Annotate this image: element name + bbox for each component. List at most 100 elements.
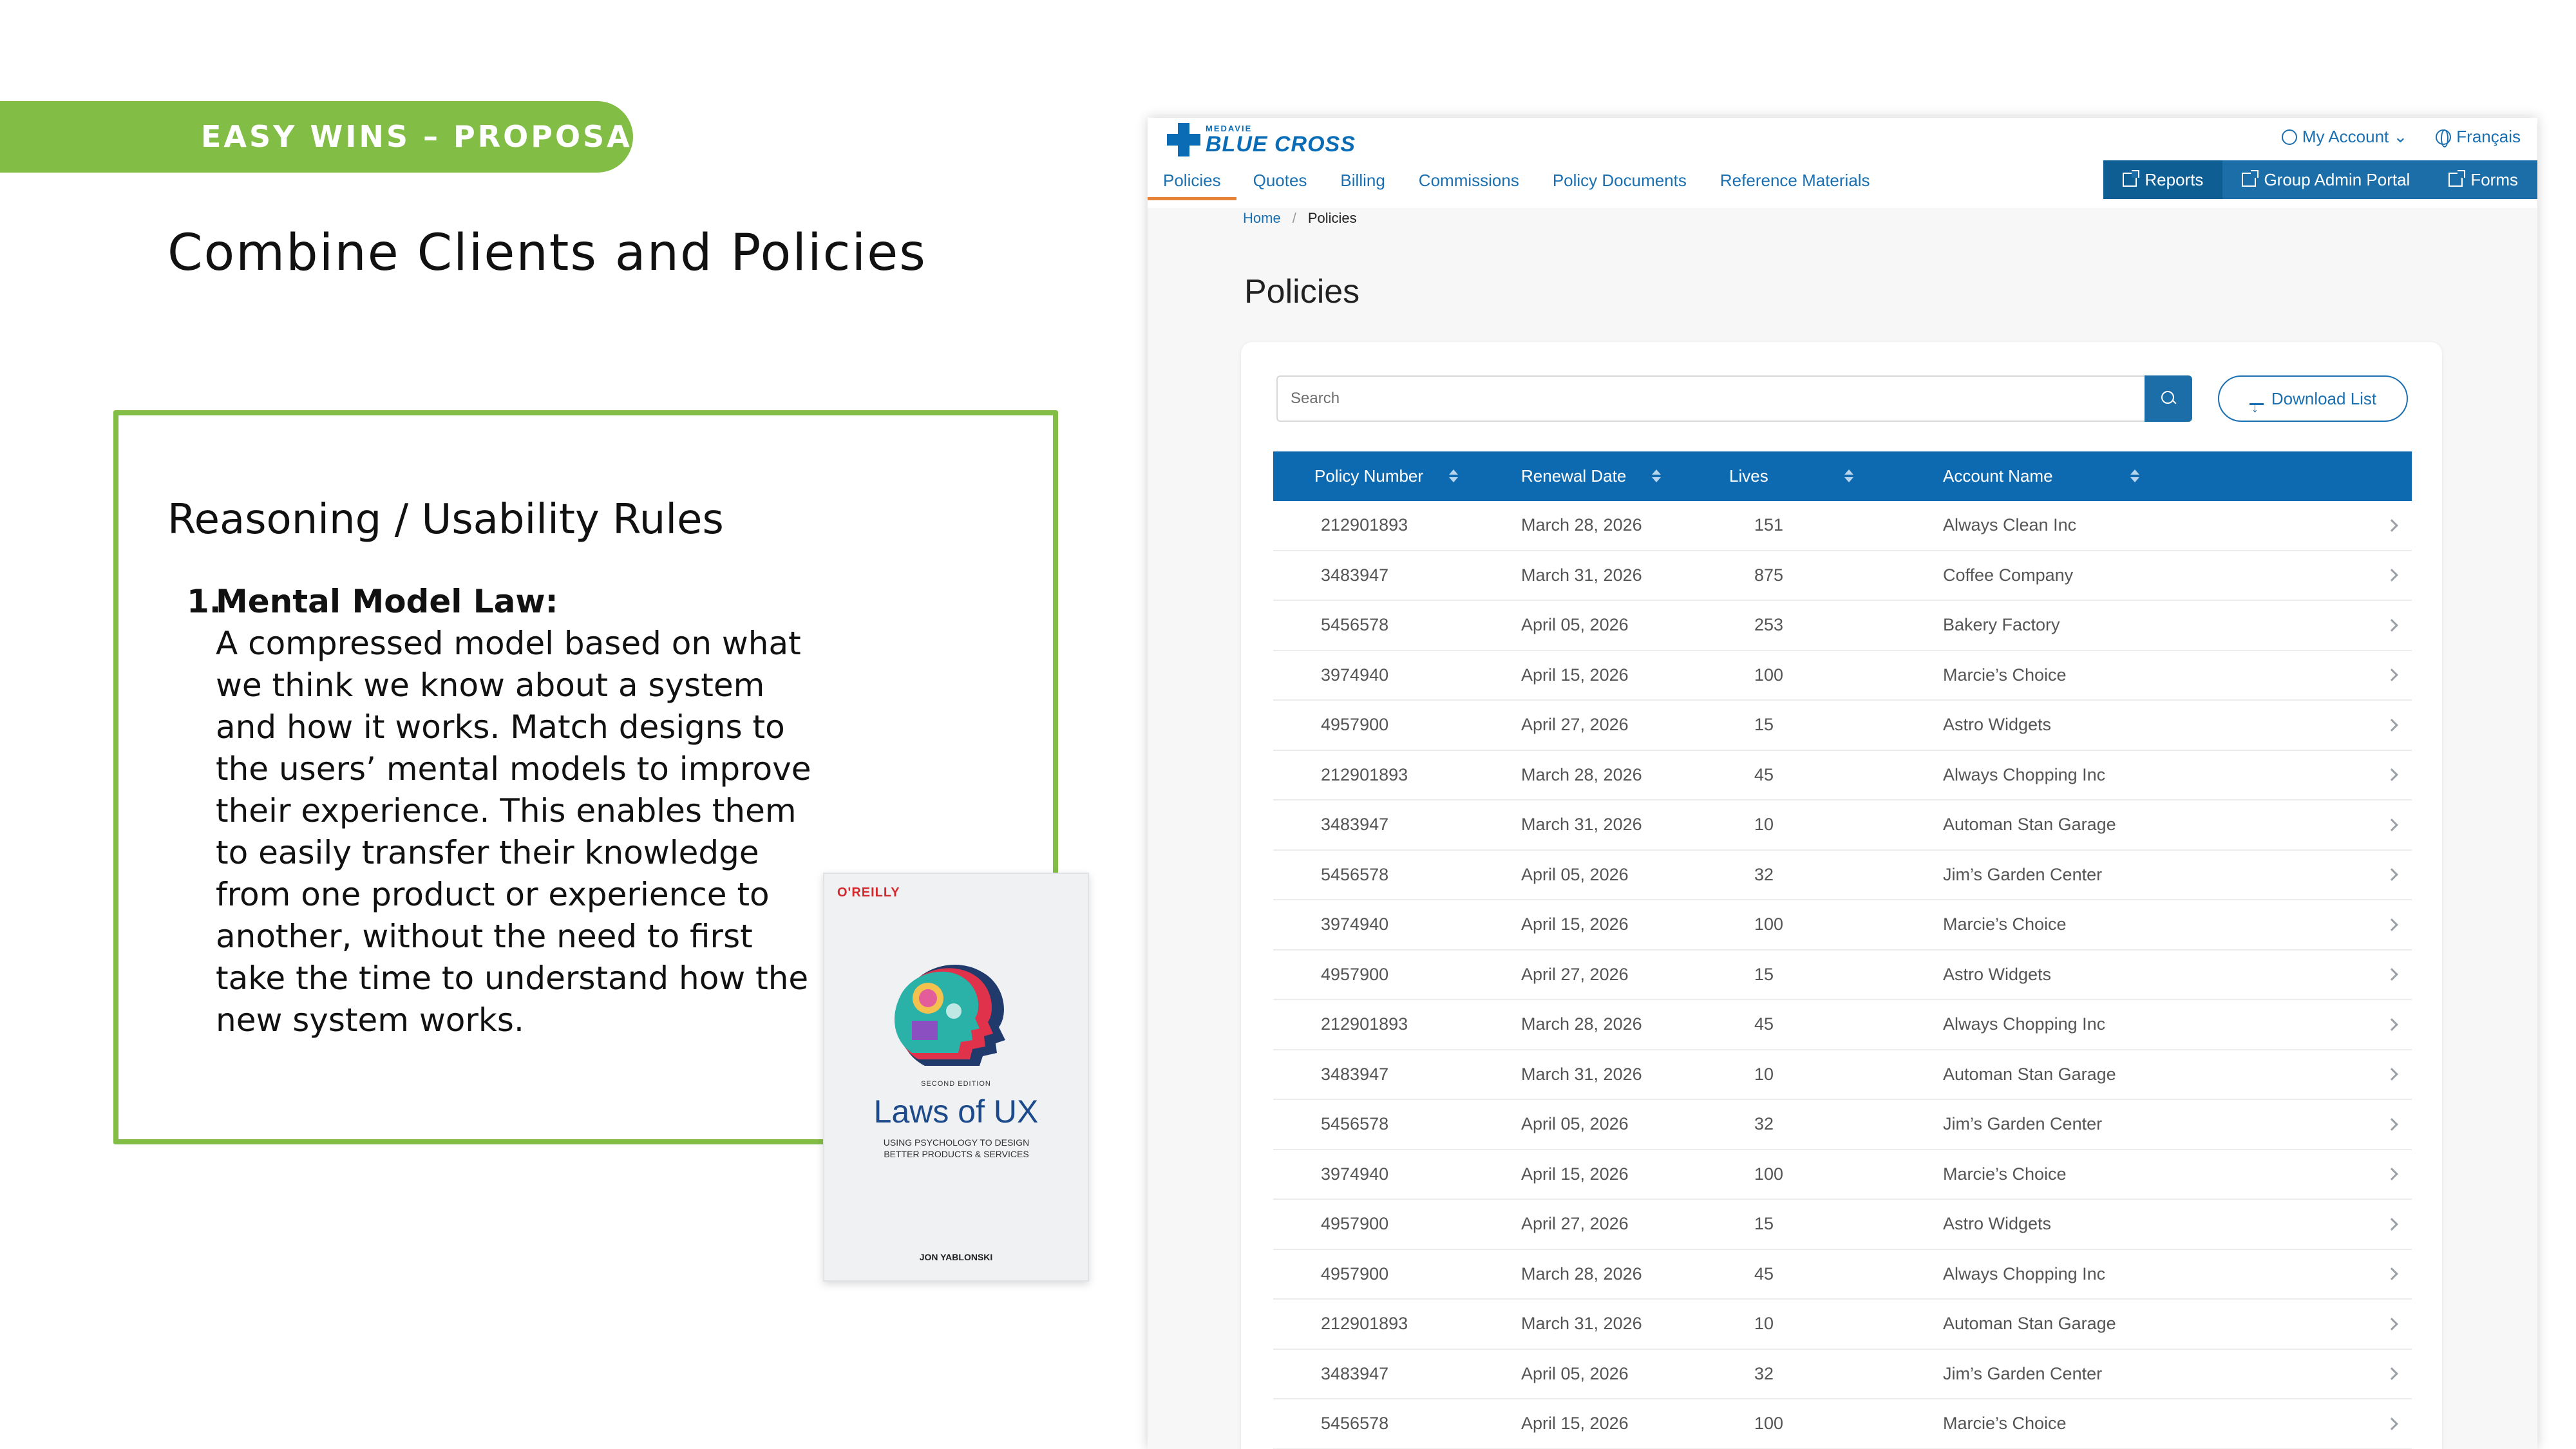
table-row[interactable]: 3483947 March 31, 2026 10 Automan Stan Gara…: [1273, 800, 2412, 851]
sort-icon[interactable]: [2130, 469, 2139, 484]
column-renewal-date[interactable]: Renewal Date: [1521, 466, 1729, 486]
book-cover: O'REILLY SECOND EDITION Laws of UX USING…: [823, 873, 1089, 1282]
chevron-right-icon[interactable]: [2385, 918, 2398, 931]
chevron-right-icon[interactable]: [2385, 868, 2398, 882]
chevron-right-icon[interactable]: [2385, 1018, 2398, 1031]
chevron-right-icon[interactable]: [2385, 1367, 2398, 1381]
table-row[interactable]: 3483947 March 31, 2026 10 Automan Stan Gara…: [1273, 1050, 2412, 1100]
sort-icon[interactable]: [1844, 469, 1853, 484]
download-list-button[interactable]: Download List: [2218, 375, 2408, 430]
lives-cell: 100: [1754, 1414, 1784, 1434]
chevron-right-icon[interactable]: [2385, 668, 2398, 682]
table-row[interactable]: 4957900 April 27, 2026 15 Astro Widgets: [1273, 701, 2412, 751]
table-row[interactable]: 212901893 March 28, 2026 151 Always Clean I…: [1273, 501, 2412, 551]
account-name-cell: Astro Widgets: [1943, 1214, 2052, 1234]
lives-cell: 32: [1754, 864, 1774, 884]
sort-icon[interactable]: [1449, 469, 1459, 484]
top-bar: MEDAVIE BLUE CROSS My Account ⌄ Français…: [1148, 118, 2537, 208]
lives-cell: 10: [1754, 1064, 1774, 1084]
download-icon: [2249, 386, 2264, 430]
reports-link[interactable]: Reports: [2103, 160, 2223, 199]
lives-cell: 100: [1754, 914, 1784, 934]
column-lives[interactable]: Lives: [1729, 466, 1943, 486]
chevron-right-icon[interactable]: [2385, 818, 2398, 831]
reasoning-title: Reasoning / Usability Rules: [167, 496, 724, 544]
chevron-right-icon[interactable]: [2385, 1267, 2398, 1281]
table-row[interactable]: 3974940 April 15, 2026 100 Marcie’s Choice: [1273, 900, 2412, 951]
language-toggle[interactable]: Français: [2436, 127, 2521, 147]
tab-policy-documents[interactable]: Policy Documents: [1536, 160, 1703, 200]
policy-number-cell: 212901893: [1321, 1014, 1408, 1034]
policy-number-cell: 212901893: [1321, 515, 1408, 535]
policy-number-cell: 3483947: [1321, 565, 1389, 585]
table-row[interactable]: 5456578 April 05, 2026 253 Bakery Factory: [1273, 601, 2412, 651]
chevron-right-icon[interactable]: [2385, 1217, 2398, 1231]
chevron-right-icon[interactable]: [2385, 1117, 2398, 1131]
table-row[interactable]: 212901893 March 31, 2026 10 Automan Stan Ga…: [1273, 1300, 2412, 1350]
rule-description: A compressed model based on what we thin…: [216, 625, 811, 1039]
table-row[interactable]: 5456578 April 05, 2026 32 Jim’s Garden Cent…: [1273, 1100, 2412, 1150]
book-publisher: O'REILLY: [837, 886, 900, 900]
lives-cell: 253: [1754, 615, 1784, 635]
chevron-right-icon[interactable]: [2385, 718, 2398, 732]
table-row[interactable]: 212901893 March 28, 2026 45 Always Chopping…: [1273, 1000, 2412, 1050]
book-subtitle: USING PSYCHOLOGY TO DESIGN BETTER PRODUC…: [883, 1137, 1030, 1159]
tab-reference-materials[interactable]: Reference Materials: [1703, 160, 1887, 200]
table-row[interactable]: 4957900 April 27, 2026 15 Astro Widgets: [1273, 1200, 2412, 1250]
sort-icon[interactable]: [1652, 469, 1662, 484]
logo[interactable]: MEDAVIE BLUE CROSS: [1167, 123, 1356, 156]
account-name-cell: Always Chopping Inc: [1943, 1014, 2106, 1034]
lives-cell: 100: [1754, 665, 1784, 685]
policy-number-cell: 4957900: [1321, 715, 1389, 735]
language-label: Français: [2456, 127, 2521, 146]
tab-billing[interactable]: Billing: [1323, 160, 1401, 200]
search-input[interactable]: Search: [1276, 375, 2145, 422]
table-row[interactable]: 4957900 April 27, 2026 15 Astro Widgets: [1273, 951, 2412, 1000]
lives-cell: 151: [1754, 515, 1784, 535]
breadcrumb-home[interactable]: Home: [1243, 210, 1281, 227]
book-author: JON YABLONSKI: [919, 1252, 993, 1262]
renewal-date-cell: March 28, 2026: [1521, 1264, 1642, 1283]
account-name-cell: Automan Stan Garage: [1943, 1314, 2116, 1334]
group-admin-portal-link[interactable]: Group Admin Portal: [2222, 160, 2429, 199]
chevron-right-icon[interactable]: [2385, 1068, 2398, 1081]
lives-cell: 45: [1754, 1264, 1774, 1283]
lives-cell: 100: [1754, 1164, 1784, 1184]
section-tag: EASY WINS – PROPOSAL: [0, 101, 651, 173]
table-row[interactable]: 3483947 March 31, 2026 875 Coffee Company: [1273, 551, 2412, 601]
tab-commissions[interactable]: Commissions: [1402, 160, 1536, 200]
table-row[interactable]: 3483947 April 05, 2026 32 Jim’s Garden Cent…: [1273, 1350, 2412, 1399]
policies-card: Search Download List Policy Number Renew…: [1241, 342, 2442, 1449]
chevron-right-icon[interactable]: [2385, 618, 2398, 632]
table-row[interactable]: 5456578 April 05, 2026 32 Jim’s Garden Cent…: [1273, 851, 2412, 900]
chevron-right-icon[interactable]: [2385, 1168, 2398, 1181]
chevron-right-icon[interactable]: [2385, 1317, 2398, 1331]
account-name-cell: Astro Widgets: [1943, 964, 2052, 984]
book-title: Laws of UX: [873, 1094, 1039, 1130]
column-header-label: Policy Number: [1314, 466, 1424, 486]
book-edition: SECOND EDITION: [921, 1080, 991, 1088]
table-row[interactable]: 3974940 April 15, 2026 100 Marcie’s Choice: [1273, 1150, 2412, 1200]
search-button[interactable]: [2145, 375, 2192, 422]
chevron-right-icon[interactable]: [2385, 1417, 2398, 1430]
renewal-date-cell: April 05, 2026: [1521, 615, 1629, 635]
chevron-right-icon[interactable]: [2385, 569, 2398, 582]
tab-policies[interactable]: Policies: [1148, 160, 1236, 200]
chevron-right-icon[interactable]: [2385, 968, 2398, 981]
table-row[interactable]: 212901893 March 28, 2026 45 Always Chopping…: [1273, 751, 2412, 800]
table-row[interactable]: 4957900 March 28, 2026 45 Always Chopping I…: [1273, 1250, 2412, 1300]
lives-cell: 10: [1754, 815, 1774, 835]
column-policy-number[interactable]: Policy Number: [1273, 466, 1521, 486]
my-account-label: My Account ⌄: [2302, 127, 2408, 146]
policy-number-cell: 3974940: [1321, 665, 1389, 685]
policy-number-cell: 212901893: [1321, 764, 1408, 784]
tab-quotes[interactable]: Quotes: [1236, 160, 1324, 200]
table-row[interactable]: 5456578 April 15, 2026 100 Marcie’s Choice: [1273, 1399, 2412, 1449]
forms-link[interactable]: Forms: [2429, 160, 2537, 199]
my-account-menu[interactable]: My Account ⌄: [2281, 127, 2408, 147]
chevron-right-icon[interactable]: [2385, 768, 2398, 782]
column-header-label: Lives: [1729, 466, 1768, 486]
table-row[interactable]: 3974940 April 15, 2026 100 Marcie’s Choice: [1273, 651, 2412, 701]
chevron-right-icon[interactable]: [2385, 518, 2398, 532]
column-account-name[interactable]: Account Name: [1943, 466, 2387, 486]
